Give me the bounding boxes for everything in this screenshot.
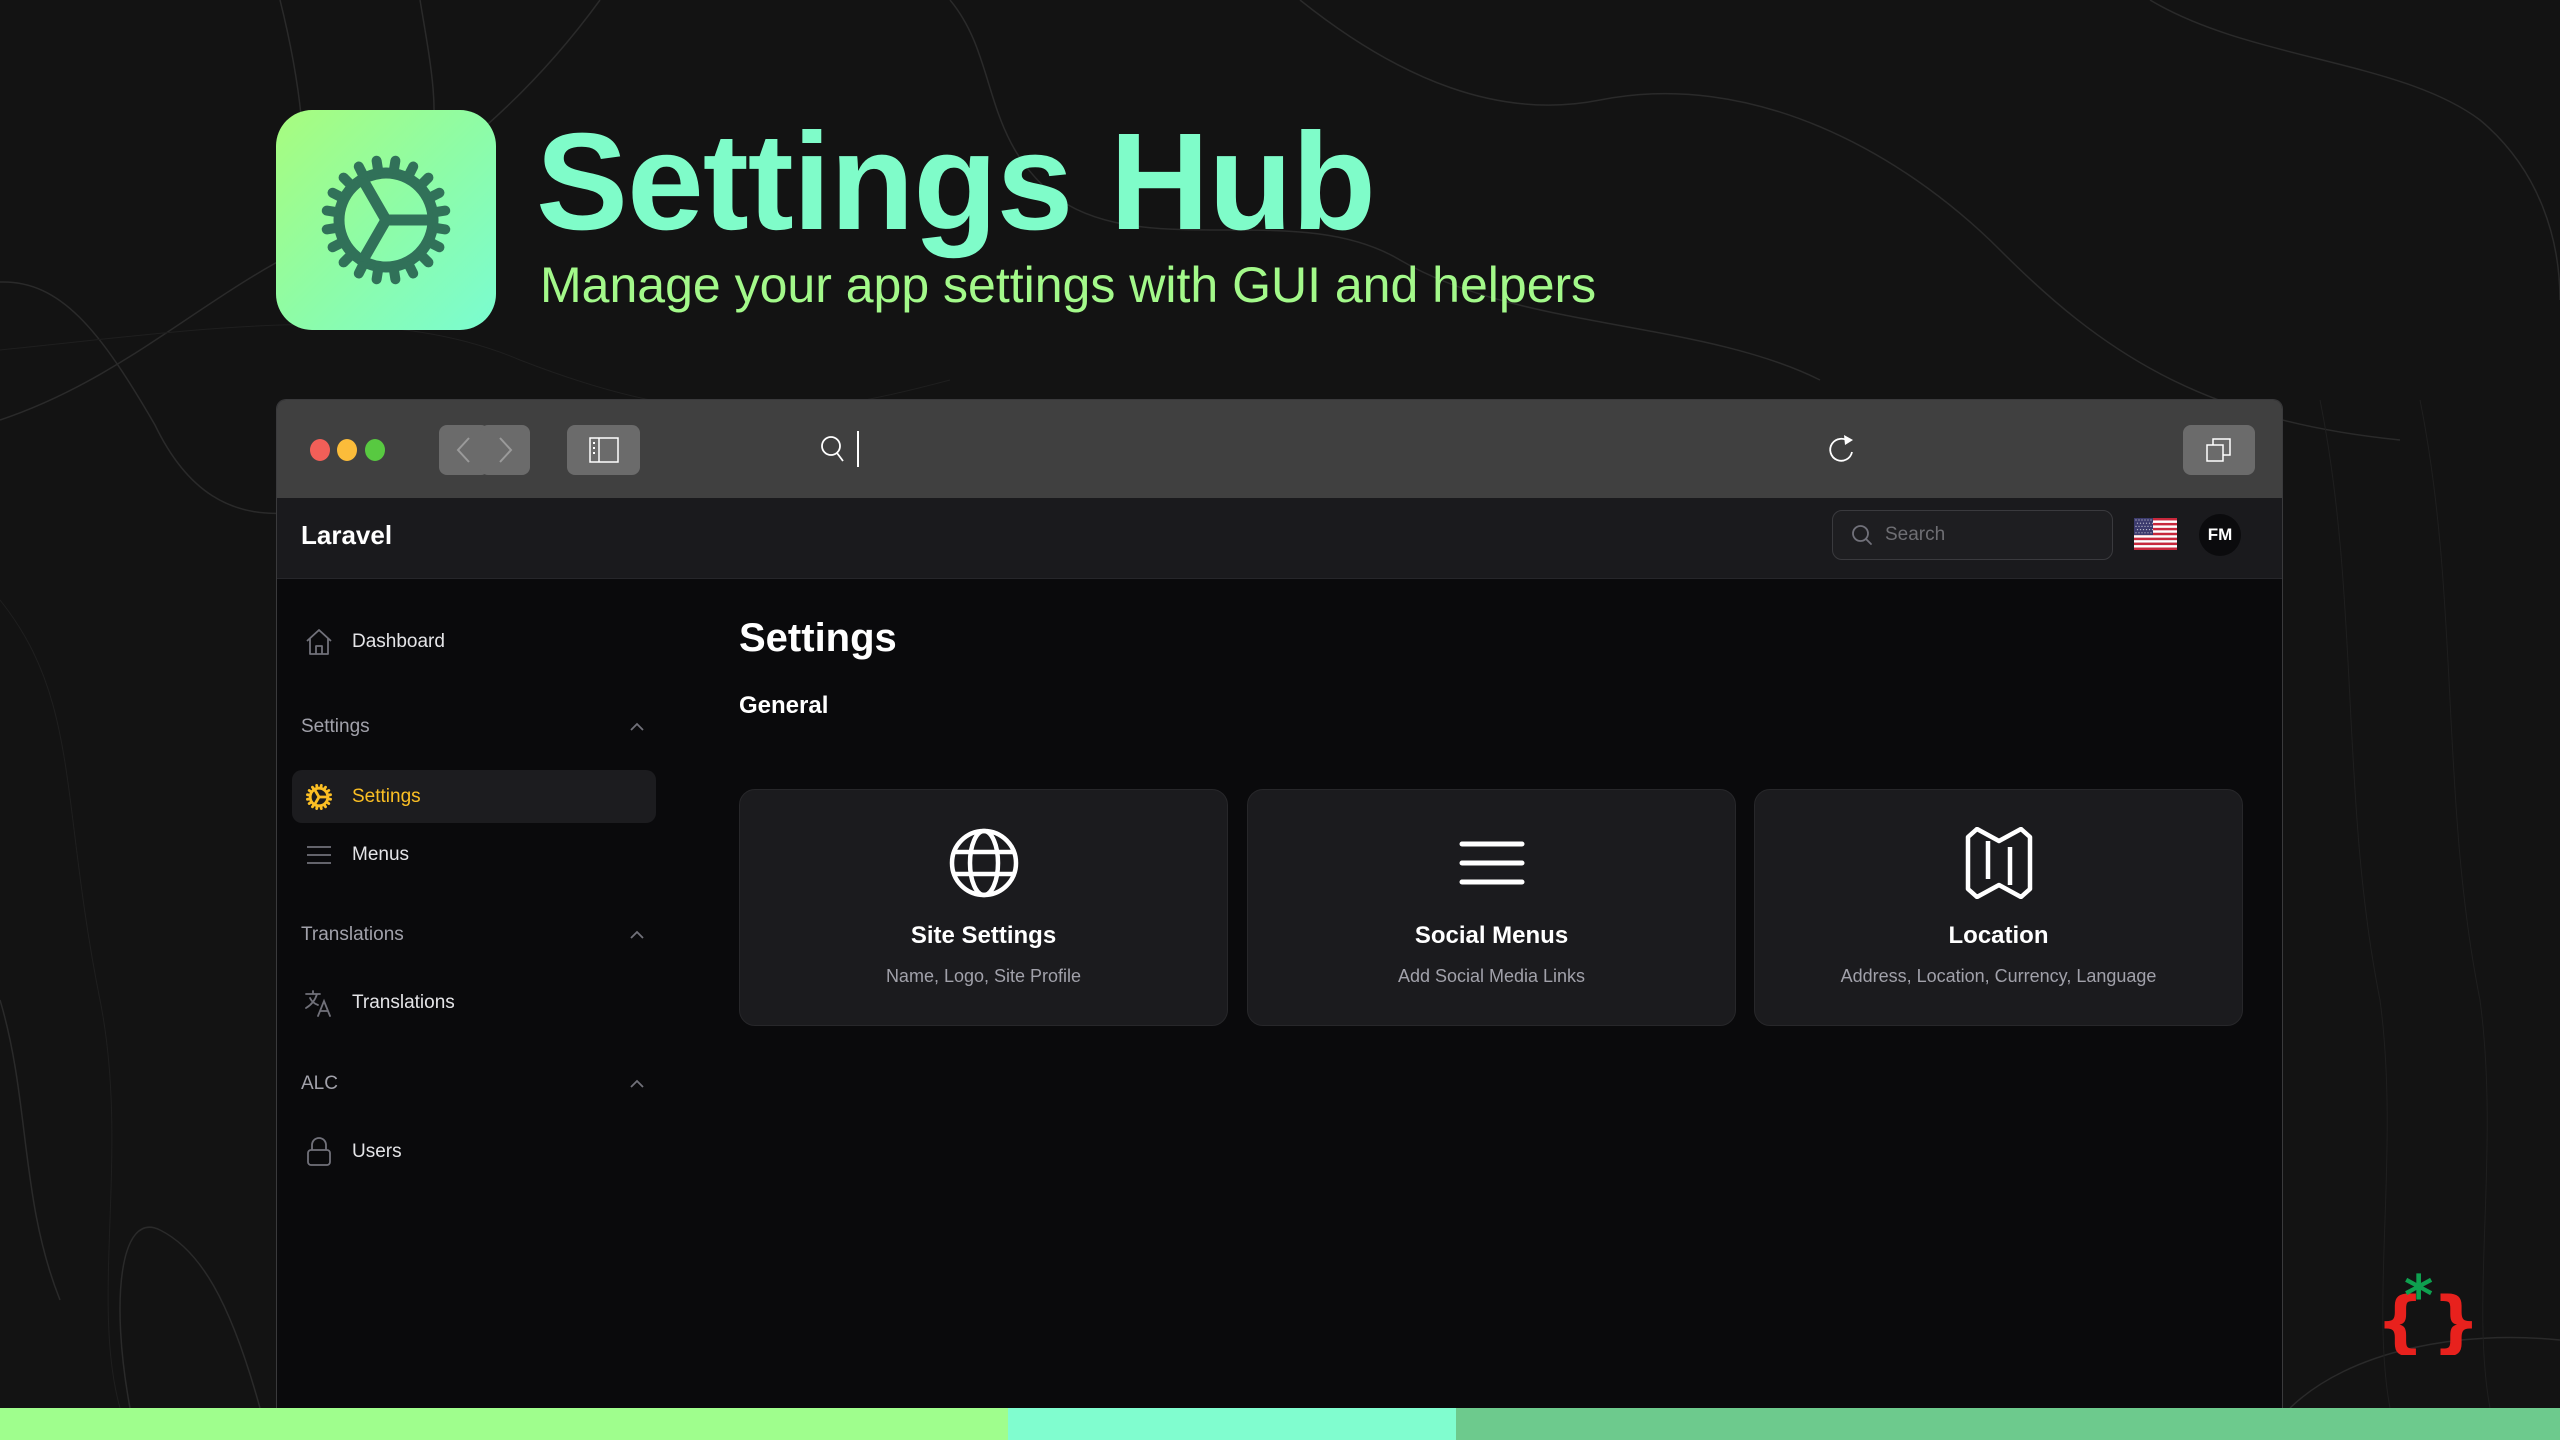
sidebar-item-users[interactable]: Users — [292, 1125, 656, 1178]
sidebar-group-settings[interactable]: Settings — [301, 716, 645, 738]
bottom-color-bar — [0, 1408, 2560, 1440]
translate-icon — [304, 988, 334, 1018]
bar-segment — [0, 1408, 1008, 1440]
menu-icon — [1459, 826, 1525, 900]
section-title: General — [739, 692, 829, 719]
map-icon — [1963, 826, 2035, 900]
gear-icon — [304, 782, 334, 812]
sidebar-group-alc[interactable]: ALC — [301, 1073, 645, 1095]
chevron-up-icon — [630, 722, 644, 731]
card-site-settings[interactable]: Site Settings Name, Logo, Site Profile — [739, 789, 1228, 1026]
close-window-button[interactable] — [310, 439, 330, 461]
menu-icon — [304, 840, 334, 870]
card-title: Location — [1948, 922, 2049, 949]
sidebar: Dashboard Settings Settings Menus Transl… — [277, 580, 677, 1408]
card-description: Address, Location, Currency, Language — [1840, 966, 2157, 986]
chevron-up-icon — [630, 930, 644, 939]
page-title: Settings — [739, 616, 897, 660]
card-title: Site Settings — [910, 922, 1057, 949]
forward-button[interactable] — [480, 425, 530, 475]
card-description: Name, Logo, Site Profile — [885, 966, 1082, 986]
browser-window: Laravel FM Dashboard Settings — [276, 399, 2283, 1408]
us-flag-language-switcher[interactable] — [2134, 518, 2177, 550]
chevron-right-icon — [499, 437, 513, 463]
sidebar-group-label: Settings — [301, 716, 370, 737]
sidebar-item-label: Menus — [352, 843, 410, 865]
search-icon — [1852, 525, 1872, 545]
toggle-sidebar-button[interactable] — [567, 425, 640, 475]
minimize-window-button[interactable] — [337, 439, 357, 461]
app-header: Laravel FM — [277, 498, 2282, 579]
tabs-overview-icon — [2206, 438, 2231, 462]
app-icon — [276, 110, 496, 330]
sidebar-item-label: Dashboard — [352, 630, 445, 652]
chevron-up-icon — [630, 1079, 644, 1088]
sidebar-item-menus[interactable]: Menus — [292, 828, 656, 881]
bar-segment — [1008, 1408, 1456, 1440]
sidebar-item-dashboard[interactable]: Dashboard — [292, 615, 656, 668]
sidebar-icon — [588, 437, 619, 463]
address-search-icon — [821, 436, 844, 462]
hero-title: Settings Hub — [536, 105, 1376, 259]
card-description: Add Social Media Links — [1397, 966, 1586, 986]
sidebar-item-settings[interactable]: Settings — [292, 770, 656, 823]
brand-name[interactable]: Laravel — [301, 520, 392, 551]
hero-subtitle: Manage your app settings with GUI and he… — [540, 257, 1597, 313]
sidebar-item-label: Users — [352, 1140, 402, 1162]
main-content: Settings General Site Settings Name, Log… — [739, 580, 2243, 1408]
card-title: Social Menus — [1414, 922, 1569, 949]
bar-segment — [1456, 1408, 2560, 1440]
card-social-menus[interactable]: Social Menus Add Social Media Links — [1247, 789, 1736, 1026]
sidebar-group-label: ALC — [301, 1073, 338, 1094]
svg-text:}: } — [2432, 1283, 2476, 1355]
chevron-left-icon — [456, 437, 470, 463]
svg-text:*: * — [2404, 1265, 2433, 1329]
gear-icon — [321, 155, 451, 285]
card-location[interactable]: Location Address, Location, Currency, La… — [1754, 789, 2243, 1026]
global-search[interactable] — [1832, 510, 2113, 560]
reload-icon[interactable] — [1827, 433, 1857, 465]
browser-toolbar — [277, 400, 2282, 498]
tab-overview-button[interactable] — [2183, 425, 2255, 475]
brand-logo: { } * — [2376, 1265, 2476, 1355]
address-bar-input[interactable] — [857, 431, 859, 467]
sidebar-group-translations[interactable]: Translations — [301, 924, 645, 946]
globe-icon — [948, 826, 1020, 900]
sidebar-item-translations[interactable]: Translations — [292, 976, 656, 1029]
sidebar-group-label: Translations — [301, 924, 404, 945]
sidebar-item-label: Translations — [352, 991, 455, 1013]
sidebar-item-label: Settings — [352, 785, 421, 807]
maximize-window-button[interactable] — [365, 439, 385, 461]
home-icon — [304, 627, 334, 657]
user-avatar[interactable]: FM — [2199, 514, 2241, 556]
search-input[interactable] — [1885, 524, 2085, 546]
lock-icon — [304, 1136, 334, 1167]
